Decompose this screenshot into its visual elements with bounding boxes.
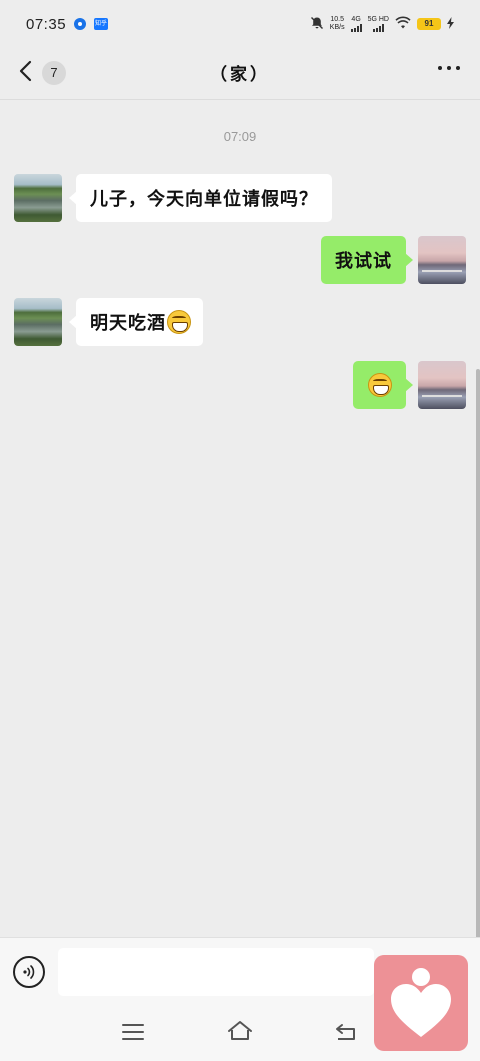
zhihu-icon: 知乎 xyxy=(94,18,109,30)
voice-input-button[interactable] xyxy=(13,956,45,988)
system-back-button[interactable] xyxy=(334,1022,360,1048)
my-avatar[interactable] xyxy=(418,361,466,409)
recent-apps-button[interactable] xyxy=(122,1024,144,1042)
status-indicators: 10.5 KB/s 4G 5G HD 91 xyxy=(310,16,454,33)
signal-4g: 4G xyxy=(350,16,362,32)
signal-icon xyxy=(372,24,384,32)
message-input[interactable] xyxy=(58,948,374,996)
mute-bell-icon xyxy=(310,16,324,33)
more-dot-icon xyxy=(456,66,460,70)
sent-message[interactable] xyxy=(353,361,413,409)
message-text: 儿子，今天向单位请假吗？ xyxy=(90,189,318,210)
contact-avatar[interactable] xyxy=(14,298,62,346)
message-text: 我试试 xyxy=(335,251,392,272)
my-avatar[interactable] xyxy=(418,236,466,284)
menu-line-icon xyxy=(122,1024,144,1026)
sent-message[interactable]: 我试试 xyxy=(321,236,413,284)
contact-avatar[interactable] xyxy=(14,174,62,222)
more-dot-icon xyxy=(447,66,451,70)
received-message[interactable]: 明天吃酒 xyxy=(69,298,203,346)
chat-title: （家） xyxy=(210,65,270,85)
signal-5g-label: 5G HD xyxy=(367,16,389,23)
network-speed-unit: KB/s xyxy=(329,24,345,31)
signal-4g-label: 4G xyxy=(351,16,361,23)
voice-icon xyxy=(23,965,35,979)
more-options-button[interactable] xyxy=(438,66,460,70)
network-speed-value: 10.5 xyxy=(330,16,344,23)
signal-icon xyxy=(350,24,362,32)
status-bar: 07:35 知乎 10.5 KB/s 4G 5G HD 91 xyxy=(0,0,480,48)
signal-5g: 5G HD xyxy=(368,16,389,32)
heart-person-icon xyxy=(391,968,451,1037)
grinning-face-icon xyxy=(167,310,191,334)
charging-bolt-icon xyxy=(447,16,454,32)
network-speed: 10.5 KB/s xyxy=(330,16,345,32)
message-timestamp: 07:09 xyxy=(223,129,257,144)
wifi-icon xyxy=(395,16,411,32)
app-notification-icon xyxy=(74,18,87,30)
received-message[interactable]: 儿子，今天向单位请假吗？ xyxy=(69,174,332,222)
floating-health-widget[interactable] xyxy=(374,955,468,1051)
chat-area[interactable]: 07:09 儿子，今天向单位请假吗？ 我试试 明天吃酒 xyxy=(0,101,480,1037)
chat-header: 7 （家） xyxy=(0,48,480,100)
menu-line-icon xyxy=(122,1038,144,1040)
battery-icon: 91 xyxy=(417,18,441,30)
message-text: 明天吃酒 xyxy=(90,313,166,334)
menu-line-icon xyxy=(122,1031,144,1033)
home-icon xyxy=(228,1021,252,1040)
home-button[interactable] xyxy=(226,1019,254,1047)
return-icon xyxy=(336,1024,355,1040)
more-dot-icon xyxy=(438,66,442,70)
status-time: 07:35 xyxy=(26,15,67,33)
grinning-face-icon xyxy=(368,373,392,397)
